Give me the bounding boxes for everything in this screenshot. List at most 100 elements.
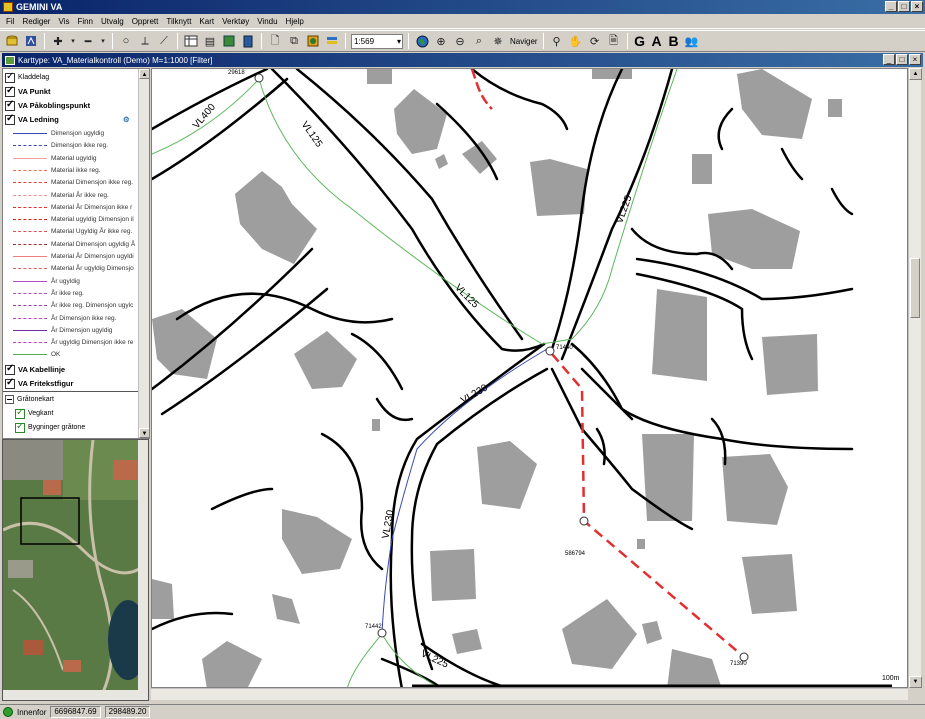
scale-select[interactable]: 1:569 bbox=[351, 33, 403, 49]
pan-hand-icon[interactable]: ✋ bbox=[568, 33, 584, 49]
table-icon[interactable] bbox=[183, 33, 199, 49]
draw-line-icon[interactable]: ⟋ bbox=[156, 33, 172, 49]
layer-checkbox[interactable] bbox=[5, 363, 15, 375]
map-minimize-button[interactable]: _ bbox=[883, 54, 895, 65]
group-gratonekart[interactable]: Gråtonekart bbox=[5, 393, 54, 406]
app-title: GEMINI VA bbox=[16, 2, 63, 12]
app-icon bbox=[3, 2, 13, 12]
zoom-window-icon[interactable]: ⌕ bbox=[471, 33, 487, 49]
menu-verktoy[interactable]: Verktøy bbox=[222, 17, 249, 26]
layer-va-kabellinje[interactable]: VA Kabellinje bbox=[5, 363, 65, 376]
stack-icon[interactable] bbox=[324, 33, 340, 49]
menu-utvalg[interactable]: Utvalg bbox=[101, 17, 124, 26]
legend-item: Material År ikke reg. bbox=[5, 189, 109, 202]
legend-toggle-icon[interactable]: ⚙ bbox=[123, 115, 130, 124]
layer-panel-scrollbar[interactable]: ▲ ▼ bbox=[138, 69, 149, 438]
chevron-down-icon[interactable]: ▾ bbox=[69, 33, 77, 49]
menu-vis[interactable]: Vis bbox=[58, 17, 69, 26]
layer-checkbox[interactable] bbox=[15, 421, 25, 433]
layer-va-fritekstfigur[interactable]: VA Fritekstfigur bbox=[5, 377, 73, 390]
legend-item: Material Dimensjon ugyldig Å bbox=[5, 238, 135, 251]
legend-swatch bbox=[13, 268, 47, 270]
layer-checkbox[interactable] bbox=[15, 407, 25, 419]
map-window-title-bar: Karttype: VA_Materialkontroll (Demo) M=1… bbox=[2, 53, 923, 67]
collapse-icon[interactable] bbox=[5, 395, 14, 404]
layer-checkbox[interactable] bbox=[5, 99, 15, 111]
map-canvas[interactable]: VL400 VL125 VL225 VL125 VL230 VL230 VL22… bbox=[151, 68, 908, 688]
g-button[interactable]: G bbox=[633, 33, 647, 49]
add-point-icon[interactable]: ✚ bbox=[50, 33, 66, 49]
legend-label: Material ugyldig bbox=[51, 154, 97, 162]
scroll-down-icon[interactable]: ▼ bbox=[139, 428, 149, 438]
book-icon[interactable] bbox=[221, 33, 237, 49]
database-icon[interactable] bbox=[4, 33, 20, 49]
zoom-in-icon[interactable]: ⊕ bbox=[433, 33, 449, 49]
overview-hscrollbar[interactable] bbox=[3, 690, 148, 700]
snap-icon[interactable] bbox=[23, 33, 39, 49]
globe-icon[interactable] bbox=[414, 33, 430, 49]
scroll-up-icon[interactable]: ▲ bbox=[909, 68, 922, 80]
phone-icon[interactable] bbox=[240, 33, 256, 49]
copy-icon[interactable]: ⧉ bbox=[286, 33, 302, 49]
scale-label: 100m bbox=[882, 675, 900, 682]
refresh-icon[interactable]: ⟳ bbox=[587, 33, 603, 49]
layer-va-ledning[interactable]: VA Ledning ⚙ bbox=[5, 113, 130, 126]
layer-checkbox[interactable] bbox=[5, 85, 15, 97]
legend-item: År Dimensjon ikke reg. bbox=[5, 312, 116, 325]
new-document-icon[interactable]: 🗋 bbox=[267, 33, 283, 49]
menu-tilknytt[interactable]: Tilknytt bbox=[166, 17, 191, 26]
line-tool-icon[interactable]: ━ bbox=[80, 33, 96, 49]
circle-tool-icon[interactable]: ○ bbox=[118, 33, 134, 49]
layers-icon[interactable] bbox=[305, 33, 321, 49]
menu-fil[interactable]: Fil bbox=[6, 17, 14, 26]
menu-vindu[interactable]: Vindu bbox=[257, 17, 277, 26]
pin-icon[interactable]: ⚲ bbox=[549, 33, 565, 49]
a-button[interactable]: A bbox=[650, 33, 664, 49]
menu-kart[interactable]: Kart bbox=[199, 17, 214, 26]
legend-item: Material ugyldig bbox=[5, 152, 97, 165]
legend-swatch bbox=[13, 145, 47, 147]
map-vertical-scrollbar[interactable]: ▲ ▼ bbox=[908, 68, 922, 688]
zoom-out-icon[interactable]: ⊖ bbox=[452, 33, 468, 49]
chevron-down-icon[interactable]: ▾ bbox=[99, 33, 107, 49]
close-button[interactable]: × bbox=[911, 1, 923, 12]
maximize-button[interactable]: □ bbox=[898, 1, 910, 12]
map-horizontal-scrollbar[interactable] bbox=[151, 688, 908, 700]
overview-map[interactable] bbox=[2, 439, 149, 701]
report-icon[interactable]: ▤ bbox=[202, 33, 218, 49]
navigate-label[interactable]: Naviger bbox=[510, 37, 538, 46]
app-title-bar: GEMINI VA _ □ × bbox=[0, 0, 925, 14]
scroll-thumb[interactable] bbox=[910, 258, 920, 318]
legend-item: Dimensjon ugyldig bbox=[5, 127, 104, 140]
legend-swatch bbox=[13, 169, 47, 171]
layer-vegkant[interactable]: Vegkant bbox=[15, 407, 53, 420]
menu-finn[interactable]: Finn bbox=[77, 17, 93, 26]
layer-va-punkt[interactable]: VA Punkt bbox=[5, 85, 51, 98]
legend-swatch bbox=[13, 182, 47, 184]
layer-checkbox[interactable] bbox=[5, 377, 15, 389]
legend-swatch bbox=[13, 133, 47, 134]
overview-scrollbar[interactable] bbox=[138, 440, 148, 700]
map-maximize-button[interactable]: □ bbox=[896, 54, 908, 65]
layer-checkbox[interactable] bbox=[5, 113, 15, 125]
legend-swatch bbox=[13, 206, 47, 208]
b-button[interactable]: B bbox=[667, 33, 681, 49]
layer-va-pakoblingspunkt[interactable]: VA Påkoblingspunkt bbox=[5, 99, 90, 112]
menu-hjelp[interactable]: Hjelp bbox=[286, 17, 304, 26]
menu-opprett[interactable]: Opprett bbox=[132, 17, 159, 26]
status-bar: Innenfor 6696847.69 298489.20 bbox=[0, 704, 925, 719]
layer-checkbox[interactable] bbox=[5, 71, 15, 83]
people-icon[interactable]: 👥 bbox=[684, 33, 700, 49]
scroll-up-icon[interactable]: ▲ bbox=[139, 69, 149, 79]
navigate-icon[interactable]: ✵ bbox=[490, 33, 506, 49]
legend-item: Material ikke reg. bbox=[5, 164, 101, 177]
minimize-button[interactable]: _ bbox=[885, 1, 897, 12]
page-icon[interactable]: 🗎 bbox=[606, 33, 622, 49]
point-label: 586794 bbox=[565, 551, 586, 557]
menu-rediger[interactable]: Rediger bbox=[22, 17, 50, 26]
map-close-button[interactable]: × bbox=[909, 54, 921, 65]
scroll-down-icon[interactable]: ▼ bbox=[909, 676, 922, 688]
node-tool-icon[interactable]: ⟂ bbox=[137, 33, 153, 49]
layer-kladdelag[interactable]: Kladdelag bbox=[5, 71, 49, 84]
layer-bygninger-gratone[interactable]: Bygninger gråtone bbox=[15, 421, 85, 434]
